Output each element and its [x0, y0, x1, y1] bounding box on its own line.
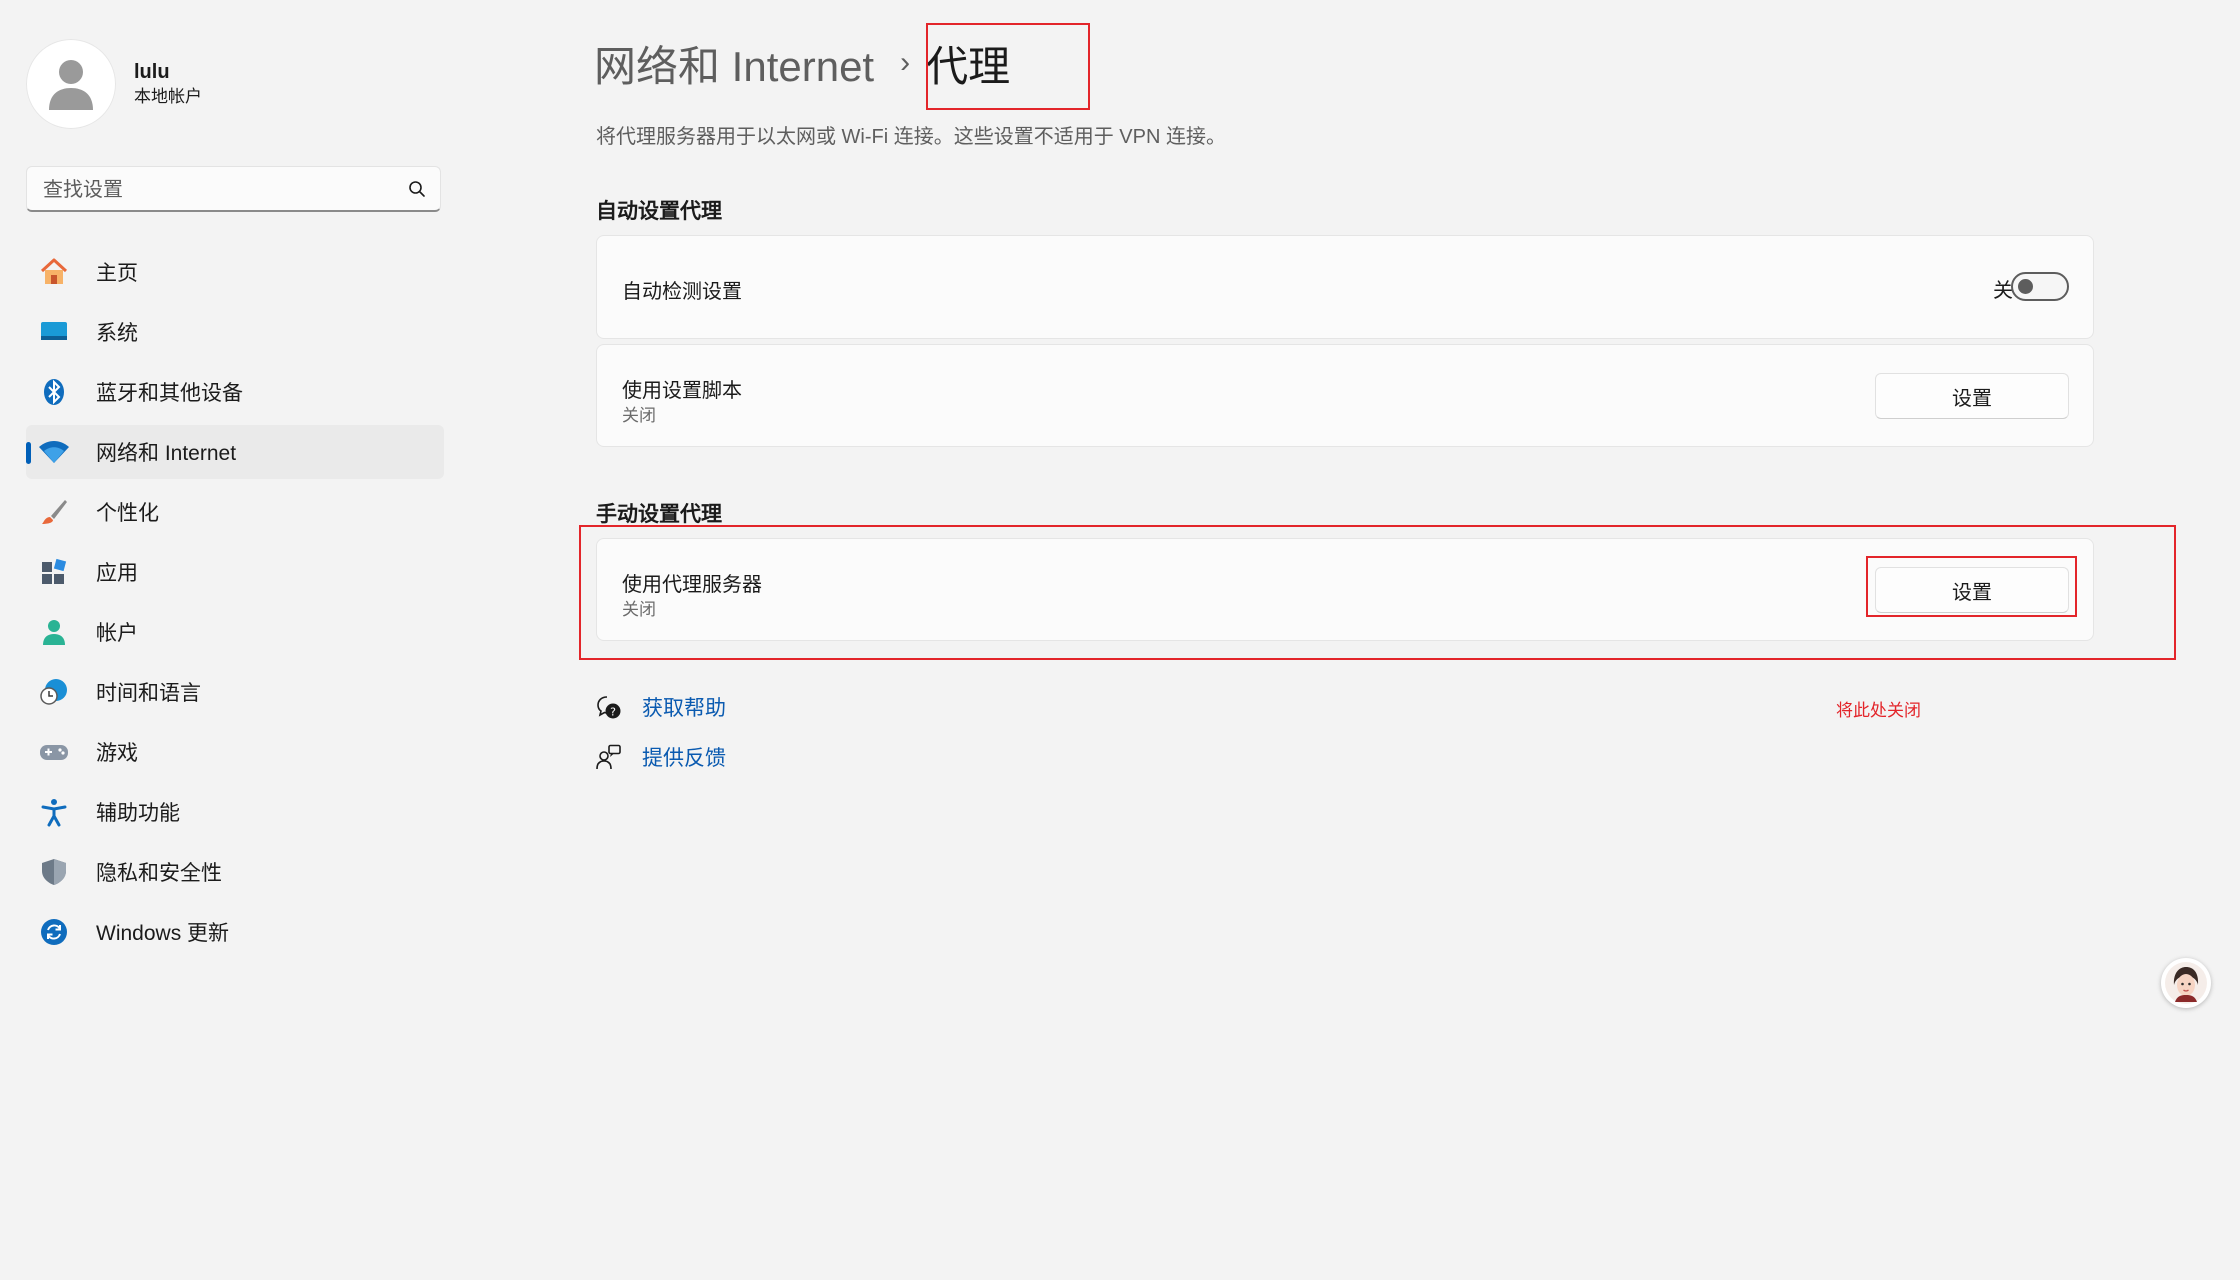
account-type: 本地帐户: [134, 87, 202, 106]
sidebar-item-label: 辅助功能: [96, 802, 180, 825]
sidebar-item-home[interactable]: 主页: [26, 245, 444, 299]
avatar[interactable]: [26, 39, 116, 129]
feedback-icon: [596, 744, 621, 770]
sidebar-item-label: 应用: [96, 562, 138, 585]
setup-script-label: 使用设置脚本: [622, 380, 742, 402]
annotation-box-title: [926, 23, 1090, 110]
setup-script-card: 使用设置脚本 关闭 设置: [596, 344, 2094, 447]
sidebar-item-label: 帐户: [96, 622, 138, 645]
sidebar-item-label: 时间和语言: [96, 682, 201, 705]
search-icon[interactable]: [408, 180, 426, 198]
sidebar-item-accessibility[interactable]: 辅助功能: [26, 785, 444, 839]
sidebar-item-label: 系统: [96, 322, 138, 345]
system-icon: [38, 316, 70, 348]
sidebar-item-accounts[interactable]: 帐户: [26, 605, 444, 659]
home-icon: [38, 256, 70, 288]
give-feedback-link[interactable]: 提供反馈: [596, 742, 726, 772]
auto-detect-toggle[interactable]: [2011, 272, 2069, 301]
accessibility-icon: [38, 796, 70, 828]
active-indicator: [26, 442, 31, 464]
update-icon: [38, 916, 70, 948]
search-box[interactable]: [26, 166, 441, 213]
account-icon: [38, 616, 70, 648]
annotation-note: 将此处关闭: [1836, 701, 1921, 720]
user-profile[interactable]: lulu 本地帐户: [26, 39, 202, 129]
auto-detect-card: 自动检测设置 关: [596, 235, 2094, 339]
sidebar-item-label: Windows 更新: [96, 922, 230, 945]
toggle-state-label: 关: [1993, 280, 2013, 302]
setup-script-button[interactable]: 设置: [1875, 373, 2069, 419]
get-help-text[interactable]: 获取帮助: [642, 692, 726, 722]
sidebar-item-bluetooth[interactable]: 蓝牙和其他设备: [26, 365, 444, 419]
svg-text:?: ?: [610, 706, 616, 719]
assistant-avatar-icon: [2165, 962, 2207, 1004]
search-input[interactable]: [41, 167, 385, 213]
sidebar-item-label: 网络和 Internet: [96, 442, 237, 465]
user-name: lulu: [134, 61, 170, 83]
apps-icon: [38, 556, 70, 588]
person-icon: [49, 60, 93, 110]
help-chat-icon: ?: [597, 696, 621, 719]
sidebar-item-label: 个性化: [96, 502, 159, 525]
give-feedback-text[interactable]: 提供反馈: [642, 742, 726, 772]
sidebar-item-label: 游戏: [96, 742, 138, 765]
get-help-link[interactable]: ? 获取帮助: [596, 692, 726, 722]
sidebar-item-privacy[interactable]: 隐私和安全性: [26, 845, 444, 899]
page-description: 将代理服务器用于以太网或 Wi-Fi 连接。这些设置不适用于 VPN 连接。: [596, 126, 1226, 148]
assistant-avatar-button[interactable]: [2161, 958, 2211, 1008]
wifi-icon: [38, 436, 70, 468]
bluetooth-icon: [38, 376, 70, 408]
shield-icon: [38, 856, 70, 888]
gamepad-icon: [38, 736, 70, 768]
sidebar-item-gaming[interactable]: 游戏: [26, 725, 444, 779]
sidebar-item-system[interactable]: 系统: [26, 305, 444, 359]
sidebar-item-personalization[interactable]: 个性化: [26, 485, 444, 539]
sidebar-item-network[interactable]: 网络和 Internet: [26, 425, 444, 479]
sidebar-nav: 主页 系统 蓝牙和其他设备 网络和 Internet 个性化 应用 帐户 时间和…: [26, 245, 444, 965]
annotation-box-setup-button: [1866, 556, 2077, 617]
sidebar-item-label: 蓝牙和其他设备: [96, 382, 243, 405]
brush-icon: [38, 496, 70, 528]
sidebar-item-windows-update[interactable]: Windows 更新: [26, 905, 444, 959]
globe-clock-icon: [38, 676, 70, 708]
setup-script-status: 关闭: [622, 406, 656, 425]
breadcrumb-parent[interactable]: 网络和 Internet: [594, 33, 874, 94]
section-title-manual-proxy: 手动设置代理: [596, 503, 722, 526]
section-title-auto-proxy: 自动设置代理: [596, 200, 722, 223]
sidebar-item-label: 隐私和安全性: [96, 862, 222, 885]
sidebar-item-apps[interactable]: 应用: [26, 545, 444, 599]
breadcrumb-separator: ›: [900, 46, 911, 79]
sidebar-item-label: 主页: [96, 262, 138, 285]
sidebar-item-time-language[interactable]: 时间和语言: [26, 665, 444, 719]
auto-detect-label: 自动检测设置: [622, 281, 742, 303]
toggle-knob: [2018, 279, 2033, 294]
